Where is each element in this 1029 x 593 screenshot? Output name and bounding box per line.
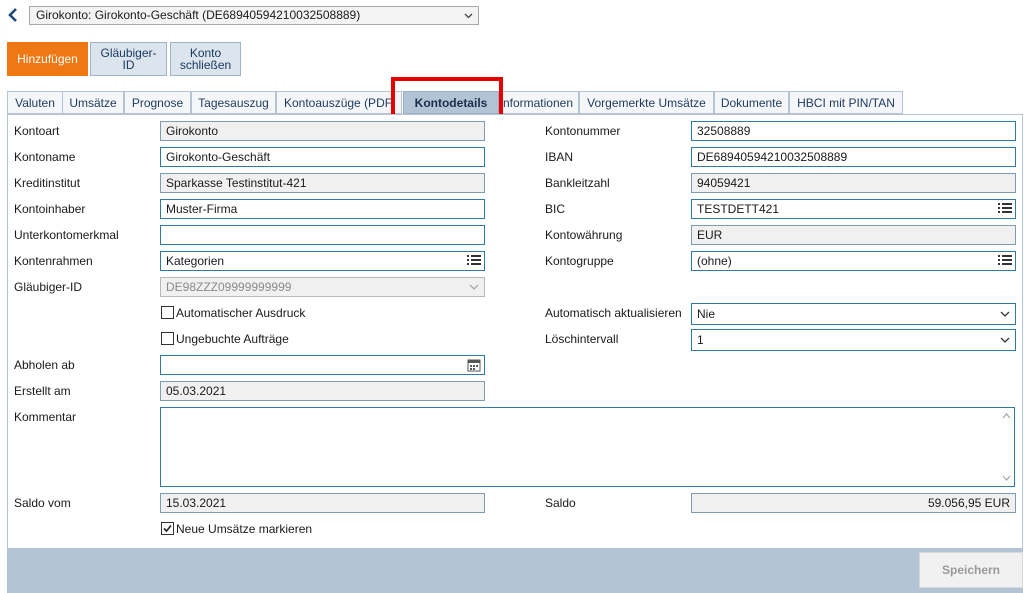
tab-informationen[interactable]: Informationen <box>495 91 579 114</box>
mark-new-checkbox[interactable] <box>161 522 174 535</box>
kommentar-textarea[interactable] <box>160 407 1015 487</box>
saldo-vom-field[interactable]: 15.03.2021 <box>160 493 485 513</box>
kontenrahmen-field[interactable]: Kategorien <box>160 251 485 271</box>
loeschintervall-select[interactable]: 1 <box>691 329 1016 351</box>
unterkontomerkmal-label: Unterkontomerkmal <box>14 228 119 242</box>
kontowaehrung-field[interactable]: EUR <box>691 225 1016 245</box>
loeschintervall-value: 1 <box>697 333 704 347</box>
glaeubiger-id-select[interactable]: DE98ZZZ09999999999 <box>160 277 485 297</box>
save-button[interactable]: Speichern <box>919 552 1023 588</box>
chevron-down-icon <box>996 332 1014 348</box>
footer-bar <box>7 548 1023 593</box>
tab-umsaetze[interactable]: Umsätze <box>62 91 124 114</box>
kontoart-field[interactable]: Girokonto <box>160 121 485 141</box>
tab-vorgemerkte-umsaetze[interactable]: Vorgemerkte Umsätze <box>579 91 714 114</box>
checkmark-icon <box>163 524 172 533</box>
auto-update-value: Nie <box>697 307 716 321</box>
kontogruppe-label: Kontogruppe <box>545 254 614 268</box>
list-icon[interactable] <box>996 253 1014 269</box>
bankleitzahl-field[interactable]: 94059421 <box>691 173 1016 193</box>
kontoname-field[interactable]: Girokonto-Geschäft <box>160 147 485 167</box>
list-icon[interactable] <box>465 253 483 269</box>
tab-dokumente[interactable]: Dokumente <box>714 91 789 114</box>
auto-print-checkbox[interactable] <box>161 306 174 319</box>
chevron-down-icon <box>465 279 483 295</box>
iban-field[interactable]: DE68940594210032508889 <box>691 147 1016 167</box>
saldo-vom-label: Saldo vom <box>14 496 71 510</box>
auto-update-label: Automatisch aktualisieren <box>545 306 682 320</box>
add-button[interactable]: Hinzufügen <box>7 42 88 76</box>
mark-new-label: Neue Umsätze markieren <box>176 522 313 536</box>
abholen-ab-label: Abholen ab <box>14 358 75 372</box>
kontonummer-field[interactable]: 32508889 <box>691 121 1016 141</box>
kommentar-label: Kommentar <box>14 410 77 424</box>
kontonummer-label: Kontonummer <box>545 124 621 138</box>
tab-kontodetails[interactable]: Kontodetails <box>403 91 499 114</box>
creditor-id-button[interactable]: Gläubiger- ID <box>90 42 167 76</box>
kontowaehrung-label: Kontowährung <box>545 228 623 242</box>
chevron-down-icon <box>996 306 1014 322</box>
kreditinstitut-label: Kreditinstitut <box>14 176 81 190</box>
iban-label: IBAN <box>545 150 574 164</box>
erstellt-am-label: Erstellt am <box>14 384 71 398</box>
loeschintervall-label: Löschintervall <box>545 332 619 346</box>
kontogruppe-field[interactable]: (ohne) <box>691 251 1016 271</box>
comment-scrollbar[interactable] <box>999 408 1014 486</box>
kontoart-label: Kontoart <box>14 124 60 138</box>
chevron-down-icon <box>464 10 473 19</box>
account-select[interactable]: Girokonto: Girokonto-Geschäft (DE6894059… <box>29 6 479 25</box>
unbooked-orders-checkbox[interactable] <box>161 332 174 345</box>
bankleitzahl-label: Bankleitzahl <box>545 176 610 190</box>
saldo-label: Saldo <box>545 496 576 510</box>
unbooked-orders-label: Ungebuchte Aufträge <box>176 332 289 346</box>
close-account-button[interactable]: Konto schließen <box>170 42 241 76</box>
erstellt-am-field[interactable]: 05.03.2021 <box>160 381 485 401</box>
kontogruppe-value: (ohne) <box>697 254 732 268</box>
bic-field[interactable]: TESTDETT421 <box>691 199 1016 219</box>
kreditinstitut-field[interactable]: Sparkasse Testinstitut-421 <box>160 173 485 193</box>
list-icon[interactable] <box>996 201 1014 217</box>
calendar-icon[interactable] <box>465 357 483 373</box>
kontoinhaber-field[interactable]: Muster-Firma <box>160 199 485 219</box>
kontenrahmen-label: Kontenrahmen <box>14 254 93 268</box>
bic-label: BIC <box>545 202 566 216</box>
glaeubiger-id-value: DE98ZZZ09999999999 <box>166 280 292 294</box>
back-chevron-icon[interactable] <box>6 7 20 23</box>
scroll-arrows-icon <box>1002 413 1011 481</box>
auto-update-select[interactable]: Nie <box>691 303 1016 325</box>
tab-valuten[interactable]: Valuten <box>7 91 63 114</box>
bic-value: TESTDETT421 <box>697 202 780 216</box>
kontenrahmen-value: Kategorien <box>166 254 225 268</box>
auto-print-label: Automatischer Ausdruck <box>176 306 306 320</box>
tab-hbci-pin-tan[interactable]: HBCI mit PIN/TAN <box>789 91 903 114</box>
kontoinhaber-label: Kontoinhaber <box>14 202 86 216</box>
account-select-value: Girokonto: Girokonto-Geschäft (DE6894059… <box>36 8 361 22</box>
tab-prognose[interactable]: Prognose <box>124 91 191 114</box>
tab-kontoauszuege-pdf[interactable]: Kontoauszüge (PDF <box>276 91 402 114</box>
abholen-ab-field[interactable] <box>160 355 485 375</box>
tab-tagesauszug[interactable]: Tagesauszug <box>191 91 276 114</box>
saldo-field[interactable]: 59.056,95 EUR <box>691 493 1016 513</box>
glaeubiger-id-label: Gläubiger-ID <box>14 280 83 294</box>
unterkontomerkmal-field[interactable] <box>160 225 485 245</box>
kontoname-label: Kontoname <box>14 150 76 164</box>
